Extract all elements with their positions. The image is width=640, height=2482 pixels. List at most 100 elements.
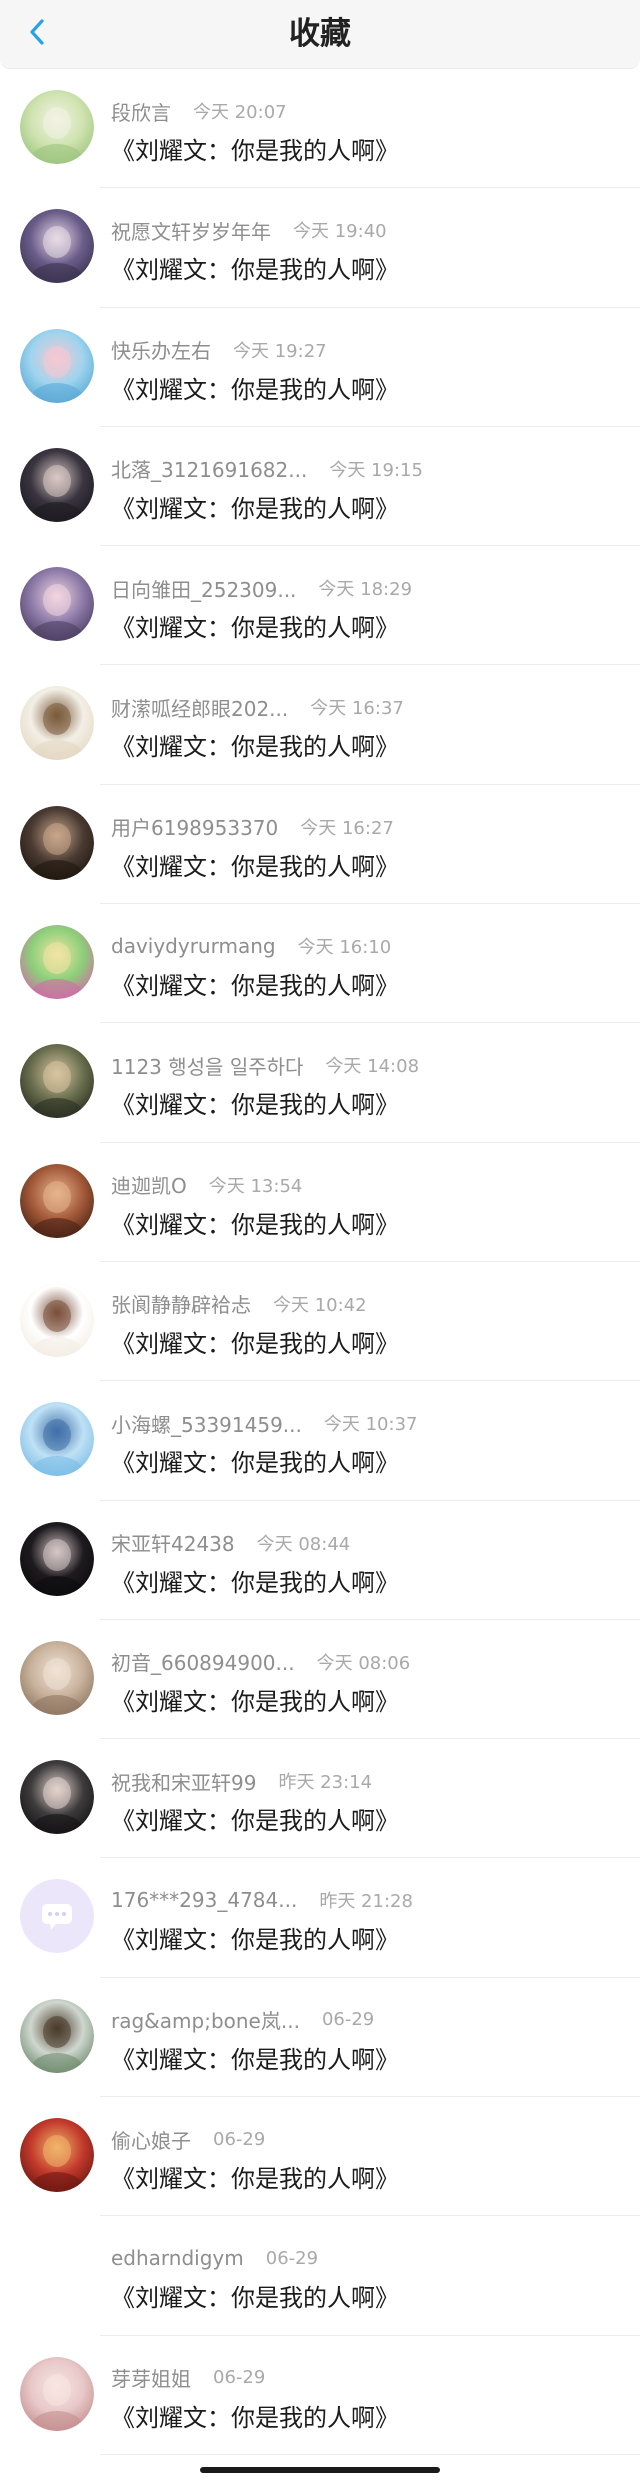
avatar[interactable]: [20, 1640, 94, 1715]
avatar[interactable]: [20, 1998, 94, 2073]
list-item[interactable]: daviydyrurmang 今天 16:10 《刘耀文：你是我的人啊》: [0, 904, 640, 1024]
list-item[interactable]: 日向雏田_252309... 今天 18:29 《刘耀文：你是我的人啊》: [0, 546, 640, 666]
list-item[interactable]: 张阆静静辟袷忐 今天 10:42 《刘耀文：你是我的人啊》: [0, 1262, 640, 1382]
item-meta: 北落_3121691682... 今天 19:15: [111, 455, 423, 483]
user-name[interactable]: 芽芽姐姐: [111, 2363, 191, 2392]
item-meta: 小海螺_53391459... 今天 10:37: [111, 1409, 417, 1437]
list-item[interactable]: 北落_3121691682... 今天 19:15 《刘耀文：你是我的人啊》: [0, 427, 640, 547]
favorite-title[interactable]: 《刘耀文：你是我的人啊》: [111, 2040, 399, 2075]
user-name[interactable]: 祝愿文轩岁岁年年: [111, 216, 271, 245]
user-name[interactable]: 宋亚轩42438: [111, 1528, 235, 1557]
list-item[interactable]: 芽芽姐姐 06-29 《刘耀文：你是我的人啊》: [0, 2336, 640, 2455]
list-item[interactable]: 宋亚轩42438 今天 08:44 《刘耀文：你是我的人啊》: [0, 1501, 640, 1620]
favorites-list: 段欣言 今天 20:07 《刘耀文：你是我的人啊》 祝愿文轩岁岁年年 今天 19:40 《…: [0, 69, 640, 2455]
list-item[interactable]: 用户6198953370 今天 16:27 《刘耀文：你是我的人啊》: [0, 785, 640, 905]
list-item[interactable]: 段欣言 今天 20:07 《刘耀文：你是我的人啊》: [0, 69, 640, 189]
avatar[interactable]: [20, 1879, 94, 1954]
avatar[interactable]: [20, 567, 94, 642]
avatar[interactable]: [20, 1282, 94, 1357]
item-meta: 偷心娘子 06-29: [111, 2125, 265, 2153]
favorite-title[interactable]: 《刘耀文：你是我的人啊》: [111, 370, 399, 405]
timestamp: 06-29: [213, 2128, 266, 2150]
timestamp: 今天 10:42: [273, 1294, 367, 1316]
item-meta: edharndigym 06-29: [111, 2244, 318, 2272]
user-name[interactable]: 用户6198953370: [111, 812, 278, 841]
favorite-title[interactable]: 《刘耀文：你是我的人啊》: [111, 1205, 399, 1240]
user-name[interactable]: 小海螺_53391459...: [111, 1409, 302, 1438]
favorite-title[interactable]: 《刘耀文：你是我的人啊》: [111, 131, 399, 166]
avatar[interactable]: [20, 1163, 94, 1238]
item-meta: 祝我和宋亚轩99 昨天 23:14: [111, 1767, 372, 1795]
favorite-title[interactable]: 《刘耀文：你是我的人啊》: [111, 1920, 399, 1955]
favorite-title[interactable]: 《刘耀文：你是我的人啊》: [111, 250, 399, 285]
timestamp: 06-29: [265, 2247, 319, 2269]
favorite-title[interactable]: 《刘耀文：你是我的人啊》: [111, 608, 399, 643]
avatar[interactable]: [20, 1044, 94, 1119]
favorite-title[interactable]: 《刘耀文：你是我的人啊》: [111, 1443, 399, 1478]
user-name[interactable]: 财潆呱经郎眼202...: [111, 693, 288, 722]
favorite-title[interactable]: 《刘耀文：你是我的人啊》: [111, 1563, 399, 1598]
item-meta: daviydyrurmang 今天 16:10: [111, 932, 391, 960]
favorite-title[interactable]: 《刘耀文：你是我的人啊》: [111, 2398, 399, 2433]
list-item[interactable]: 偷心娘子 06-29 《刘耀文：你是我的人啊》: [0, 2097, 640, 2217]
user-name[interactable]: 迪迦凯O: [111, 1170, 187, 1199]
avatar[interactable]: [20, 2118, 94, 2193]
user-name[interactable]: 北落_3121691682...: [111, 454, 307, 483]
avatar[interactable]: [20, 209, 94, 284]
timestamp: 今天 16:27: [300, 817, 394, 839]
avatar[interactable]: [20, 2237, 94, 2312]
user-name[interactable]: 祝我和宋亚轩99: [111, 1767, 256, 1796]
list-item[interactable]: 迪迦凯O 今天 13:54 《刘耀文：你是我的人啊》: [0, 1143, 640, 1262]
avatar[interactable]: [20, 2356, 94, 2431]
timestamp: 今天 16:10: [297, 937, 392, 959]
avatar[interactable]: [20, 447, 94, 522]
timestamp: 06-29: [213, 2367, 266, 2389]
list-item[interactable]: 小海螺_53391459... 今天 10:37 《刘耀文：你是我的人啊》: [0, 1381, 640, 1501]
favorite-title[interactable]: 《刘耀文：你是我的人啊》: [111, 2278, 399, 2313]
list-item[interactable]: 快乐办左右 今天 19:27 《刘耀文：你是我的人啊》: [0, 308, 640, 427]
user-name[interactable]: 初音_660894900...: [111, 1647, 295, 1676]
list-item[interactable]: 祝我和宋亚轩99 昨天 23:14 《刘耀文：你是我的人啊》: [0, 1739, 640, 1859]
item-meta: 祝愿文轩岁岁年年 今天 19:40: [111, 216, 387, 244]
avatar[interactable]: [20, 686, 94, 761]
nav-bar: 收藏: [0, 0, 640, 69]
avatar[interactable]: [20, 1521, 94, 1596]
avatar[interactable]: [20, 328, 94, 403]
home-indicator: [200, 2467, 440, 2473]
list-item[interactable]: 176***293_4784... 昨天 21:28 《刘耀文：你是我的人啊》: [0, 1858, 640, 1978]
user-name[interactable]: 快乐办左右: [111, 335, 211, 364]
favorite-title[interactable]: 《刘耀文：你是我的人啊》: [111, 1085, 399, 1120]
user-name[interactable]: 日向雏田_252309...: [111, 574, 296, 603]
user-name[interactable]: 176***293_4784...: [111, 1888, 297, 1912]
list-item[interactable]: edharndigym 06-29 《刘耀文：你是我的人啊》: [0, 2216, 640, 2336]
avatar[interactable]: [20, 805, 94, 880]
avatar[interactable]: [20, 1760, 94, 1835]
favorite-title[interactable]: 《刘耀文：你是我的人啊》: [111, 1682, 399, 1717]
user-name[interactable]: 段欣言: [111, 97, 171, 126]
user-name[interactable]: edharndigym: [111, 2246, 244, 2270]
user-name[interactable]: daviydyrurmang: [111, 934, 276, 958]
favorite-title[interactable]: 《刘耀文：你是我的人啊》: [111, 1801, 399, 1836]
user-name[interactable]: 偷心娘子: [111, 2125, 191, 2154]
user-name[interactable]: 张阆静静辟袷忐: [111, 1289, 251, 1318]
favorite-title[interactable]: 《刘耀文：你是我的人啊》: [111, 727, 399, 762]
favorite-title[interactable]: 《刘耀文：你是我的人啊》: [111, 489, 399, 524]
list-item[interactable]: 财潆呱经郎眼202... 今天 16:37 《刘耀文：你是我的人啊》: [0, 665, 640, 785]
favorite-title[interactable]: 《刘耀文：你是我的人啊》: [111, 2159, 399, 2194]
avatar[interactable]: [20, 925, 94, 1000]
timestamp: 今天 08:06: [316, 1652, 411, 1674]
list-item[interactable]: 1123 행성을 일주하다 今天 14:08 《刘耀文：你是我的人啊》: [0, 1023, 640, 1143]
user-name[interactable]: rag&amp;bone岚...: [111, 2005, 300, 2034]
favorite-title[interactable]: 《刘耀文：你是我的人啊》: [111, 1324, 399, 1359]
timestamp: 06-29: [321, 2009, 375, 2031]
favorite-title[interactable]: 《刘耀文：你是我的人啊》: [111, 847, 399, 882]
item-meta: 段欣言 今天 20:07: [111, 97, 287, 125]
list-item[interactable]: 祝愿文轩岁岁年年 今天 19:40 《刘耀文：你是我的人啊》: [0, 188, 640, 308]
page-title: 收藏: [289, 16, 351, 52]
user-name[interactable]: 1123 행성을 일주하다: [111, 1051, 303, 1080]
avatar[interactable]: [20, 1402, 94, 1477]
list-item[interactable]: 初音_660894900... 今天 08:06 《刘耀文：你是我的人啊》: [0, 1620, 640, 1740]
avatar[interactable]: [20, 90, 94, 164]
list-item[interactable]: rag&amp;bone岚... 06-29 《刘耀文：你是我的人啊》: [0, 1978, 640, 2098]
favorite-title[interactable]: 《刘耀文：你是我的人啊》: [111, 966, 399, 1001]
